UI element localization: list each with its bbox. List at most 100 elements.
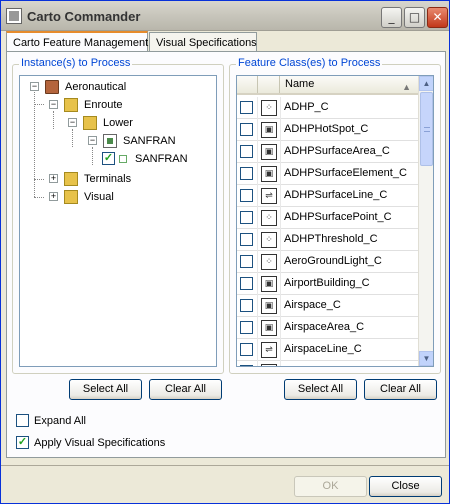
close-window-button[interactable]: ✕ [427,7,448,28]
table-row[interactable]: ▣ ADHPSurfaceElement_C [237,163,420,185]
tree-label: SANFRAN [123,135,176,147]
cell-divider [280,251,281,273]
row-checkbox[interactable] [240,299,253,312]
collapse-icon[interactable]: − [30,82,39,91]
polygon-icon: ▣ [261,320,277,336]
tab-carto-feature-management[interactable]: Carto Feature Management [6,31,148,53]
folder-icon [64,172,78,186]
table-row[interactable]: ⇌ AirspaceLine_C [237,339,420,361]
instances-select-all-button[interactable]: Select All [69,379,142,400]
scroll-thumb[interactable] [420,92,433,166]
table-row[interactable]: ⁘ AeroGroundLight_C [237,251,420,273]
feature-class-name: AirportBuilding_C [284,277,370,289]
header-name-column[interactable]: Name ▲ [280,76,420,93]
cell-divider [280,185,281,207]
instance-tree[interactable]: − Aeronautical − Enroute − Lower − SANFR… [19,75,217,367]
feature-class-list[interactable]: Name ▲ ⁘ ADHP_C ▣ ADHPHotSpot_C ▣ ADHPSurface… [236,75,434,367]
node-icon [119,155,127,163]
expand-all-label: Expand All [34,415,86,427]
tree-line [53,111,54,129]
cell-divider [280,97,281,119]
tree-line [34,104,44,105]
cell-divider [280,339,281,361]
row-checkbox[interactable] [240,189,253,202]
tree-line [72,129,73,147]
expand-icon[interactable]: + [49,174,58,183]
folder-icon [64,190,78,204]
feature-class-name: ADHPSurfaceElement_C [284,167,407,179]
table-row[interactable]: ⇌ ADHPSurfaceLine_C [237,185,420,207]
table-row[interactable]: ⁘ ADHPThreshold_C [237,229,420,251]
row-checkbox[interactable] [240,123,253,136]
polygon-icon: ▣ [261,166,277,182]
maximize-button[interactable]: □ [404,7,425,28]
scroll-up-icon[interactable]: ▲ [419,76,433,91]
table-row[interactable]: ⇌ ArrestingGear_C [237,361,420,366]
header-icon-column[interactable] [258,76,280,93]
window-title: Carto Commander [27,9,141,24]
expand-icon[interactable]: + [49,192,58,201]
point-icon: ⁘ [261,232,277,248]
features-group: Feature Class(es) to Process Name ▲ ⁘ ADH… [229,57,441,374]
row-checkbox[interactable] [240,255,253,268]
table-row[interactable]: ▣ Airspace_C [237,295,420,317]
feature-class-name: ADHPSurfaceArea_C [284,145,390,157]
sanfran-checkbox[interactable]: ✓ [102,152,115,165]
feature-class-name: ADHPSurfaceLine_C [284,189,388,201]
row-checkbox[interactable] [240,321,253,334]
row-checkbox[interactable] [240,101,253,114]
feature-class-name: ADHP_C [284,101,329,113]
folder-icon [83,116,97,130]
collapse-icon[interactable]: − [88,136,97,145]
line-icon: ⇌ [261,188,277,204]
row-checkbox[interactable] [240,233,253,246]
row-checkbox[interactable] [240,365,253,366]
grip-icon [424,127,430,132]
table-row[interactable]: ▣ ADHPSurfaceArea_C [237,141,420,163]
tree-label: Enroute [84,99,123,111]
table-row[interactable]: ▣ AirportBuilding_C [237,273,420,295]
tab-visual-specifications[interactable]: Visual Specifications [149,32,257,52]
tree-line [34,197,44,198]
header-check-column[interactable] [237,76,258,93]
ok-button[interactable]: OK [294,476,367,497]
features-clear-all-button[interactable]: Clear All [364,379,437,400]
features-select-all-button[interactable]: Select All [284,379,357,400]
cell-divider [257,295,258,317]
row-checkbox[interactable] [240,211,253,224]
close-button[interactable]: Close [369,476,442,497]
cell-divider [257,229,258,251]
apply-visual-checkbox[interactable]: ✓ [16,436,29,449]
collapse-icon[interactable]: − [49,100,58,109]
cell-divider [257,163,258,185]
cell-divider [257,273,258,295]
cell-divider [257,251,258,273]
instances-clear-all-button[interactable]: Clear All [149,379,222,400]
footer-divider [1,465,449,466]
table-row[interactable]: ⁘ ADHP_C [237,97,420,119]
expand-all-checkbox[interactable] [16,414,29,427]
point-icon: ⁘ [261,210,277,226]
table-row[interactable]: ▣ AirspaceArea_C [237,317,420,339]
vertical-scrollbar[interactable]: ▲ ▼ [418,76,433,366]
row-checkbox[interactable] [240,167,253,180]
feature-class-name: ADHPHotSpot_C [284,123,369,135]
polygon-icon: ▣ [261,298,277,314]
table-row[interactable]: ▣ ADHPHotSpot_C [237,119,420,141]
cell-divider [257,207,258,229]
instances-group: Instance(s) to Process − Aeronautical − [12,57,224,374]
row-checkbox[interactable] [240,277,253,290]
tree-line [92,147,93,165]
table-row[interactable]: ⁘ ADHPSurfacePoint_C [237,207,420,229]
feature-class-name: AirspaceLine_C [284,343,362,355]
row-checkbox[interactable] [240,145,253,158]
feature-class-name: ADHPThreshold_C [284,233,378,245]
line-icon: ⇌ [261,342,277,358]
collapse-icon[interactable]: − [68,118,77,127]
scroll-down-icon[interactable]: ▼ [419,351,433,366]
cell-divider [280,163,281,185]
row-checkbox[interactable] [240,343,253,356]
title-bar[interactable]: Carto Commander _ □ ✕ [1,1,449,31]
minimize-button[interactable]: _ [381,7,402,28]
feature-class-name: Airspace_C [284,299,341,311]
